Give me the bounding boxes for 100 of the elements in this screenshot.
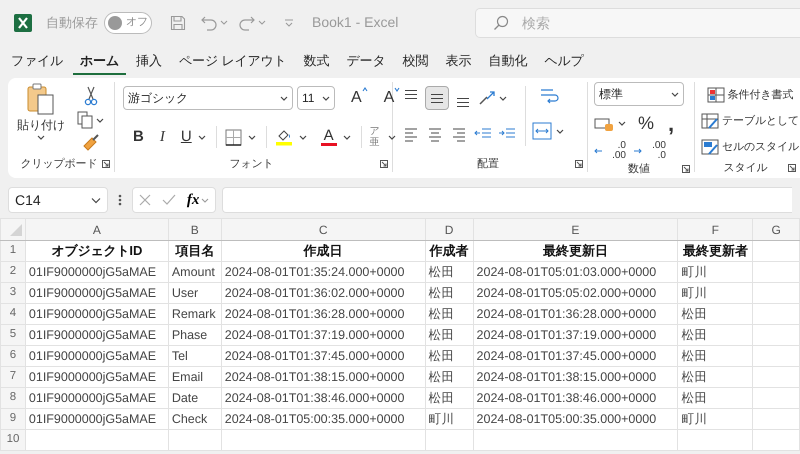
dialog-launcher-icon[interactable] (788, 164, 796, 172)
row-header[interactable]: 9 (0, 408, 26, 430)
caret-icon[interactable] (198, 134, 206, 141)
font-name-select[interactable]: 游ゴシック (123, 86, 293, 110)
table-cell: 松田 (425, 346, 474, 366)
table-cell: Amount (168, 262, 222, 282)
phonetic-button[interactable]: ア亜 (370, 126, 380, 148)
table-cell: 町川 (425, 408, 474, 430)
dialog-launcher-icon[interactable] (380, 160, 388, 168)
number-format-select[interactable]: 標準 (594, 82, 684, 106)
italic-button[interactable]: I (160, 126, 165, 148)
caret-icon (91, 196, 101, 204)
column-header[interactable]: A (25, 218, 168, 240)
row-header[interactable]: 5 (0, 324, 26, 346)
autosave-label: 自動保存 (46, 14, 98, 32)
bottom-align-icon (456, 97, 470, 107)
row-header[interactable]: 6 (0, 346, 26, 366)
ribbon-tab[interactable]: 表示 (438, 48, 479, 76)
more-options-icon[interactable] (118, 194, 122, 206)
row-header[interactable]: 7 (0, 366, 26, 388)
column-header[interactable]: C (221, 218, 426, 240)
merge-center-icon[interactable] (532, 122, 552, 140)
comma-button[interactable]: , (668, 112, 674, 134)
ribbon-tab[interactable]: ホーム (73, 48, 126, 76)
ribbon-tab[interactable]: 自動化 (482, 48, 535, 76)
caret-icon[interactable] (556, 128, 564, 134)
table-cell: 2024-08-01T01:37:19.000+0000 (221, 324, 426, 346)
table-cell: 町川 (678, 262, 753, 282)
table-cell: Check (168, 408, 222, 430)
row-header[interactable]: 1 (0, 240, 26, 262)
table-cell: 項目名 (168, 240, 222, 262)
ribbon-tab[interactable]: データ (340, 48, 393, 76)
search-icon (493, 14, 509, 30)
paste-button[interactable]: 貼り付け (17, 82, 65, 134)
ribbon-tab[interactable]: 挿入 (129, 48, 169, 76)
table-cell: 01IF9000000jG5aMAE (25, 262, 168, 282)
underline-button[interactable]: U (180, 126, 192, 148)
autosave-toggle[interactable]: オフ (104, 12, 152, 34)
table-cell: 2024-08-01T01:37:19.000+0000 (473, 324, 678, 346)
column-header[interactable]: E (473, 218, 678, 240)
ribbon-tab[interactable]: ページ レイアウト (172, 48, 294, 76)
decrease-font-size-button[interactable]: A (384, 86, 400, 110)
caret-icon[interactable] (298, 134, 307, 141)
table-cell: 松田 (425, 282, 474, 304)
row-header[interactable]: 2 (0, 262, 26, 282)
column-header[interactable]: F (678, 218, 753, 240)
style-menu-button[interactable]: セルのスタイル (701, 134, 799, 160)
style-menu-button[interactable]: 条件付き書式 (701, 82, 799, 108)
table-cell: 01IF9000000jG5aMAE (25, 366, 168, 388)
caret-icon[interactable] (342, 134, 351, 141)
table-cell: Phase (168, 324, 222, 346)
table-cell: 2024-08-01T05:00:35.000+0000 (473, 408, 678, 430)
ribbon-tab[interactable]: 数式 (296, 48, 337, 76)
style-menu-button[interactable]: テーブルとして (701, 108, 799, 134)
caret-icon (671, 90, 679, 98)
search-field[interactable]: 検索 (475, 8, 800, 38)
borders-icon[interactable] (224, 128, 242, 146)
table-cell: 2024-08-01T05:01:03.000+0000 (473, 262, 678, 282)
column-header[interactable]: D (425, 218, 474, 240)
increase-decimal-button[interactable]: .0 .00 (602, 141, 626, 161)
row-header[interactable]: 3 (0, 282, 26, 304)
copy-icon[interactable] (76, 110, 94, 130)
ribbon-tab[interactable]: ファイル (4, 48, 70, 76)
column-header[interactable]: G (752, 218, 800, 240)
table-cell: 2024-08-01T01:36:02.000+0000 (221, 282, 426, 304)
dialog-launcher-icon[interactable] (682, 165, 690, 174)
insert-function-button[interactable]: fx (186, 188, 200, 212)
caret-icon[interactable] (499, 94, 507, 102)
up-caret-icon (362, 86, 368, 94)
caret-icon[interactable] (388, 134, 396, 141)
table-cell: 01IF9000000jG5aMAE (25, 346, 168, 366)
dialog-launcher-icon[interactable] (575, 160, 583, 168)
bold-button[interactable]: B (133, 126, 144, 148)
accounting-format-icon[interactable] (594, 116, 614, 132)
caret-icon[interactable] (37, 134, 45, 141)
dialog-launcher-icon[interactable] (102, 160, 110, 168)
row-header[interactable]: 4 (0, 304, 26, 324)
orientation-icon[interactable] (477, 89, 497, 107)
table-cell: 町川 (678, 408, 753, 430)
font-color-button[interactable]: A (320, 128, 337, 146)
caret-icon (280, 94, 288, 102)
font-size-select[interactable]: 11 (297, 86, 335, 110)
formula-input[interactable] (222, 187, 792, 213)
name-box[interactable]: C14 (8, 187, 108, 213)
row-header[interactable]: 8 (0, 388, 26, 408)
row-header[interactable]: 10 (0, 430, 26, 450)
fill-color-icon[interactable] (274, 128, 293, 146)
increase-font-size-button[interactable]: A (351, 86, 368, 110)
caret-icon[interactable] (96, 116, 104, 124)
ribbon-tab[interactable]: 校閲 (396, 48, 436, 76)
ribbon-tab[interactable]: ヘルプ (538, 48, 591, 76)
table-cell: 01IF9000000jG5aMAE (25, 282, 168, 304)
column-header[interactable]: B (168, 218, 222, 240)
decrease-decimal-button[interactable]: .00 .0 (642, 141, 666, 161)
table-cell: Email (168, 366, 222, 388)
top-align-icon (404, 89, 418, 99)
percent-button[interactable]: % (638, 110, 654, 137)
caret-icon[interactable] (248, 134, 256, 141)
caret-icon[interactable] (618, 120, 626, 127)
middle-align-button[interactable] (425, 86, 449, 110)
